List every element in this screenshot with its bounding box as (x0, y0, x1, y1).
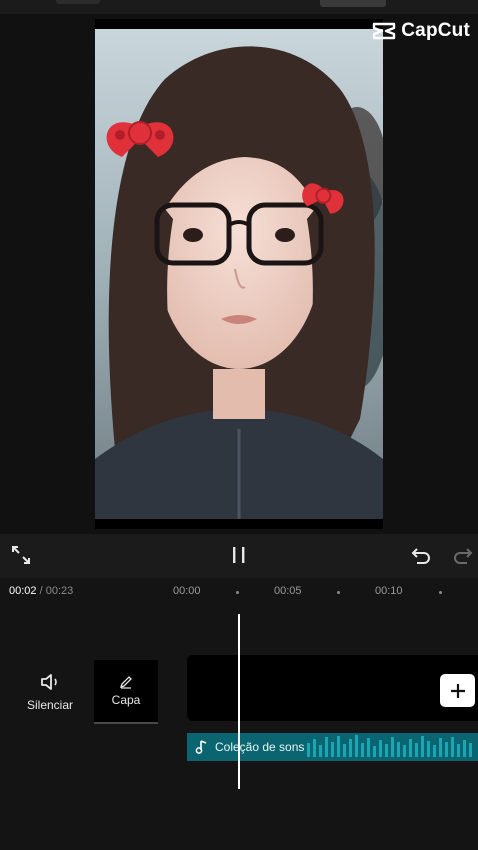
capcut-watermark: CapCut (372, 20, 470, 42)
music-note-icon (195, 740, 207, 754)
cover-button[interactable]: Capa (94, 660, 158, 724)
audio-track-label: Coleção de sons (215, 740, 305, 754)
top-control-hint (56, 0, 100, 4)
ruler-dot (439, 591, 442, 594)
capcut-logo-icon (373, 22, 396, 40)
ruler-tick: 00:00 (173, 585, 201, 597)
redo-button[interactable] (452, 544, 474, 566)
audio-track-clip[interactable]: Coleção de sons (187, 733, 478, 761)
fullscreen-icon (12, 546, 30, 564)
ruler-dot (236, 591, 239, 594)
export-button[interactable] (320, 0, 386, 7)
pause-icon (233, 547, 245, 563)
pencil-icon (119, 676, 132, 689)
ruler-tick: 00:10 (375, 585, 403, 597)
total-time: 00:23 (45, 585, 74, 597)
video-preview[interactable] (95, 19, 383, 529)
playhead[interactable] (238, 614, 240, 789)
redo-icon (454, 548, 473, 564)
mute-label: Silenciar (26, 698, 74, 712)
mute-button[interactable]: Silenciar (24, 672, 76, 712)
undo-icon (411, 548, 430, 564)
status-strip (0, 0, 478, 14)
ruler-tick: 00:05 (274, 585, 302, 597)
watermark-text: CapCut (401, 20, 470, 41)
ruler-dot (337, 591, 340, 594)
time-separator: / (36, 585, 46, 597)
undo-button[interactable] (410, 544, 432, 566)
pause-button[interactable] (228, 544, 250, 566)
cover-label: Capa (111, 693, 141, 707)
add-clip-button[interactable] (440, 674, 475, 707)
fullscreen-button[interactable] (10, 544, 32, 566)
speaker-icon (41, 674, 57, 690)
video-track-clip[interactable] (187, 655, 478, 721)
plus-icon (450, 683, 465, 698)
timecode: 00:02 / 00:23 (9, 585, 73, 597)
video-frame-image (95, 29, 383, 519)
timeline-ruler: 00:02 / 00:23 00:00 00:05 00:10 (0, 578, 478, 604)
preview-controls (0, 534, 478, 578)
current-time: 00:02 (9, 585, 37, 597)
